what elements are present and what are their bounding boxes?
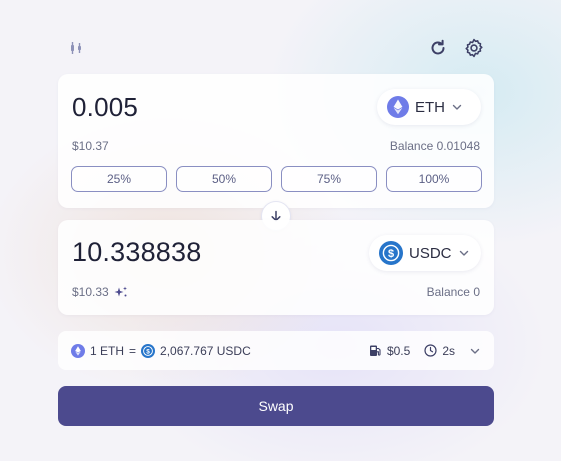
buy-balance: Balance 0 <box>427 285 480 299</box>
chevron-down-icon <box>452 104 462 110</box>
gas-pump-icon <box>369 345 381 356</box>
buy-balance-value: 0 <box>473 285 480 299</box>
buy-amount-output: 10.338838 <box>72 237 202 267</box>
sell-balance: Balance 0.01048 <box>390 139 480 153</box>
sell-token-selector[interactable]: ETH <box>377 89 481 125</box>
percent-buttons: 25% 50% 75% 100% <box>71 166 482 192</box>
eth-token-icon <box>387 96 409 118</box>
sell-balance-value: 0.01048 <box>436 139 480 153</box>
buy-token-selector[interactable]: $ USDC <box>369 235 481 271</box>
buy-panel: 10.338838 $ USDC $10.33 Balance 0 <box>58 220 494 315</box>
refresh-icon[interactable] <box>428 38 448 58</box>
buy-fiat-amount: $10.33 <box>72 285 109 299</box>
chevron-down-icon <box>459 250 468 256</box>
clock-icon <box>424 344 437 357</box>
usdc-token-icon: $ <box>379 241 403 265</box>
rate-equals: = <box>129 343 137 358</box>
buy-token-label: USDC <box>409 244 452 262</box>
chevron-down-icon <box>470 348 480 354</box>
gear-icon[interactable] <box>463 37 485 59</box>
swap-button[interactable]: Swap <box>58 386 494 426</box>
candlestick-icon[interactable] <box>68 40 84 56</box>
svg-text:$: $ <box>146 348 150 355</box>
sell-amount-input[interactable]: 0.005 <box>72 92 138 123</box>
percent-75-button[interactable]: 75% <box>281 166 377 192</box>
gas-fee: $0.5 <box>386 343 411 358</box>
exchange-rate: 1 ETH = $ 2,067.767 USDC <box>71 343 251 358</box>
exchange-rate-bar[interactable]: 1 ETH = $ 2,067.767 USDC $0.5 2s <box>58 331 494 370</box>
percent-25-button[interactable]: 25% <box>71 166 167 192</box>
percent-100-button[interactable]: 100% <box>386 166 482 192</box>
sell-balance-label: Balance <box>389 139 434 153</box>
buy-fiat-value: $10.33 <box>72 285 128 299</box>
sparkle-icon <box>114 286 127 297</box>
rate-quote: 2,067.767 USDC <box>160 343 251 358</box>
rate-base: 1 ETH <box>90 343 125 358</box>
eth-token-icon <box>71 343 85 358</box>
usdc-token-icon: $ <box>141 343 156 358</box>
buy-balance-label: Balance <box>426 285 470 299</box>
sell-token-label: ETH <box>415 98 445 116</box>
estimated-time: 2s <box>442 343 455 358</box>
sell-fiat-value: $10.37 <box>72 139 109 153</box>
sell-panel: 0.005 ETH $10.37 Balance 0.01048 25% 50%… <box>58 74 494 208</box>
svg-text:$: $ <box>388 248 394 260</box>
network-info: $0.5 2s <box>369 344 481 358</box>
percent-50-button[interactable]: 50% <box>176 166 272 192</box>
